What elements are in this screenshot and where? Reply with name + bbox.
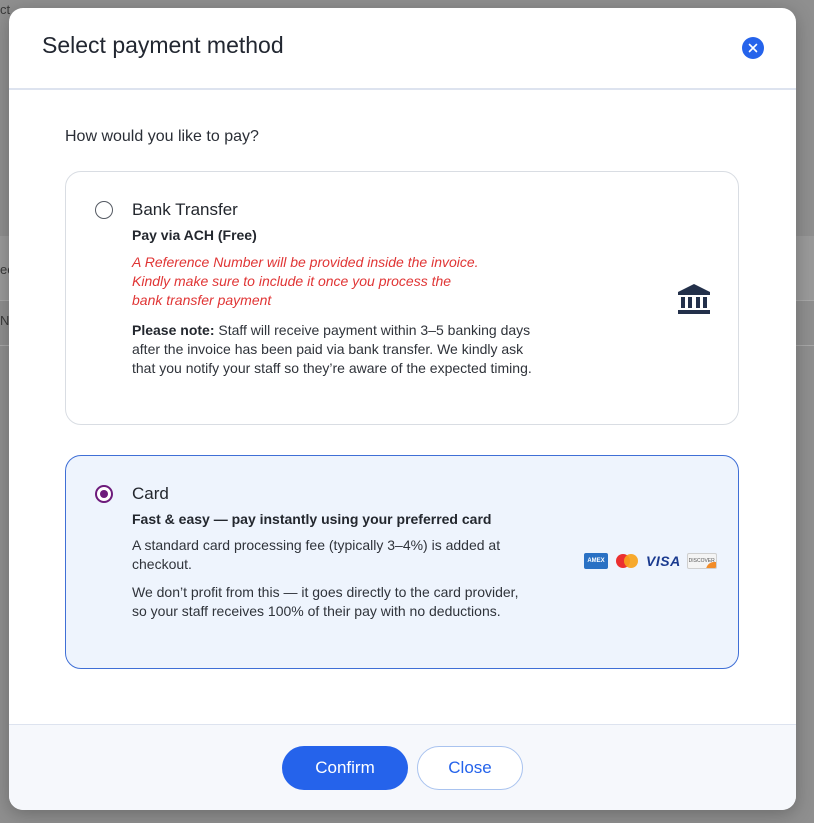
card-subtitle: Fast & easy — pay instantly using your p… [132,511,492,527]
modal-header: Select payment method [9,8,796,90]
bank-icon [678,284,710,314]
card-title: Card [132,484,169,503]
payment-prompt: How would you like to pay? [65,128,259,145]
card-option[interactable]: Card Fast & easy — pay instantly using y… [65,455,739,669]
bank-transfer-option[interactable]: Bank Transfer Pay via ACH (Free) A Refer… [65,171,739,425]
close-icon-glyph [748,43,758,53]
visa-logo-icon: VISA [646,553,681,569]
note-label: Please note: [132,322,215,338]
card-fee-text: A standard card processing fee (typicall… [132,537,501,572]
mastercard-logo-icon [614,553,640,569]
bank-transfer-note: Please note: Staff will receive payment … [132,321,532,378]
card-radio[interactable] [95,485,113,503]
modal-title: Select payment method [42,32,284,58]
close-icon[interactable] [742,37,764,59]
bank-transfer-subtitle: Pay via ACH (Free) [132,227,257,243]
payment-method-modal: Select payment method How would you like… [9,8,796,810]
reference-number-warning: A Reference Number will be provided insi… [132,254,479,308]
close-button[interactable]: Close [417,746,523,790]
card-profit-text: We don’t profit from this — it goes dire… [132,584,519,619]
amex-logo-icon: AMEX [584,553,608,569]
background-text: N [0,313,10,328]
card-logos: AMEX VISA DISCOVER [584,552,717,570]
confirm-button[interactable]: Confirm [282,746,408,790]
bank-transfer-title: Bank Transfer [132,200,238,219]
modal-footer: Confirm Close [9,724,796,810]
bank-transfer-radio[interactable] [95,201,113,219]
discover-logo-icon: DISCOVER [686,553,717,569]
